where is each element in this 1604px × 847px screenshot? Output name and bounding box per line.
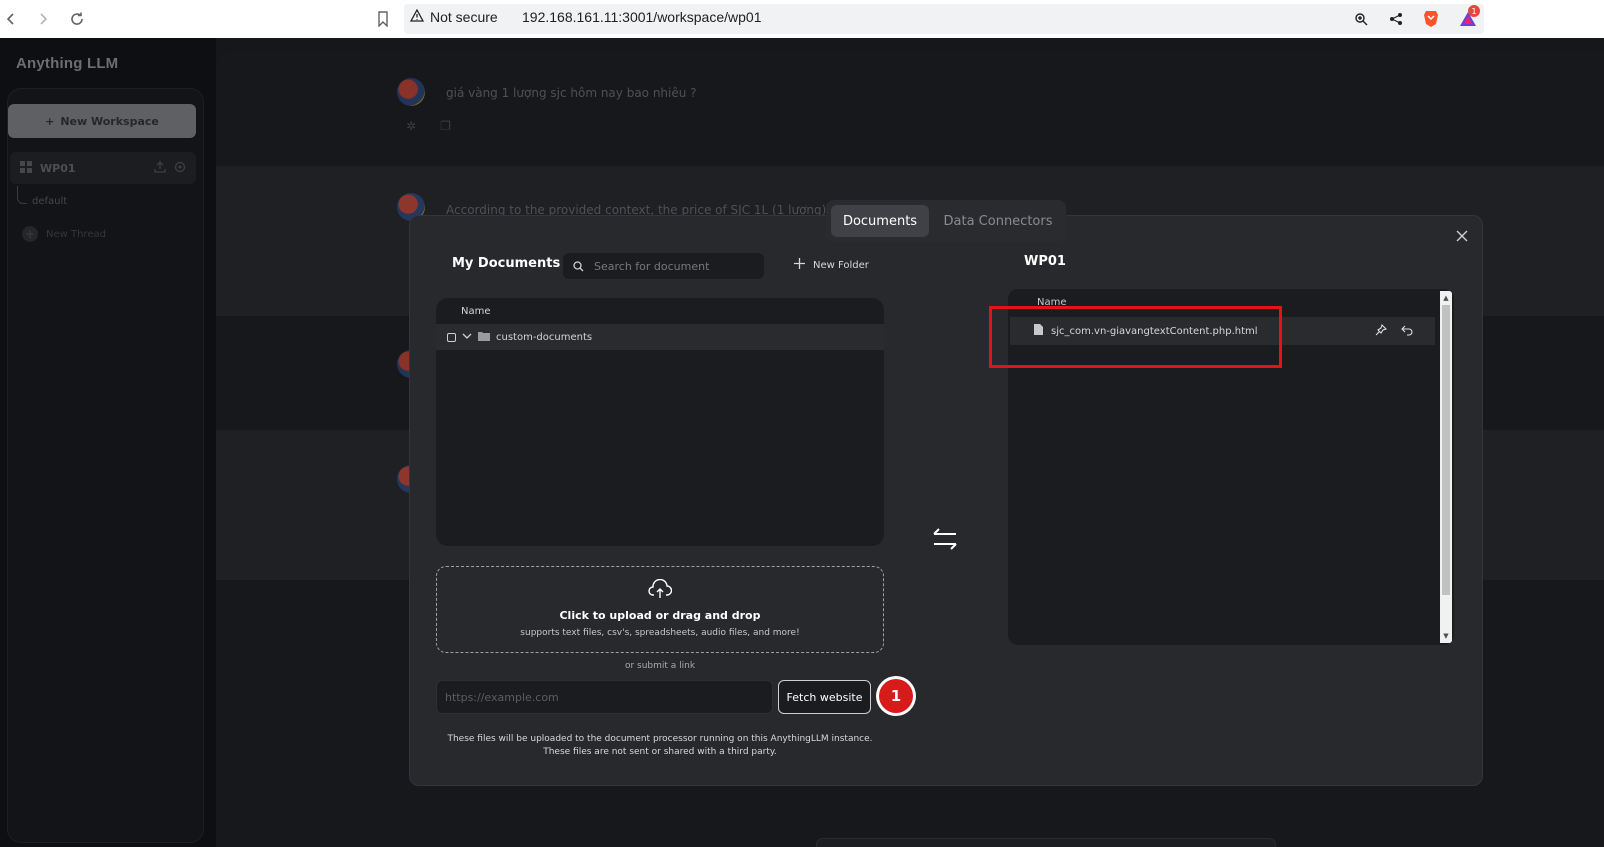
warning-icon xyxy=(409,8,425,25)
message-actions: ✲ ❐ xyxy=(406,119,451,133)
notification-badge: 1 xyxy=(1468,5,1480,17)
cloud-upload-icon xyxy=(648,578,673,603)
search-icon xyxy=(573,257,584,276)
upload-disclaimer: These files will be uploaded to the docu… xyxy=(436,733,884,759)
zoom-icon[interactable] xyxy=(1350,8,1372,30)
prompt-input-bar[interactable] xyxy=(816,838,1276,847)
fetch-website-button[interactable]: Fetch website xyxy=(778,680,871,714)
url-text[interactable]: 192.168.161.11:3001/workspace/wp01 xyxy=(522,9,761,25)
scrollbar[interactable]: ▲ ▼ xyxy=(1440,291,1452,643)
sidebar-item-wp01[interactable]: WP01 xyxy=(10,152,196,184)
url-input[interactable] xyxy=(436,680,773,714)
plus-icon: + xyxy=(22,226,38,242)
upload-dropzone[interactable]: Click to upload or drag and drop support… xyxy=(436,566,884,653)
chevron-down-icon[interactable] xyxy=(462,332,472,343)
close-icon[interactable] xyxy=(1452,226,1472,246)
scroll-up-arrow[interactable]: ▲ xyxy=(1442,293,1450,303)
column-header-name: Name xyxy=(461,305,491,317)
pin-icon[interactable] xyxy=(1375,323,1388,339)
annotation-marker: 1 xyxy=(876,676,916,716)
folder-name: custom-documents xyxy=(496,331,593,343)
upload-title: Click to upload or drag and drop xyxy=(559,609,761,622)
thread-connector xyxy=(17,186,27,204)
upload-icon[interactable] xyxy=(154,161,166,176)
new-folder-button[interactable]: New Folder xyxy=(794,258,869,272)
folder-checkbox[interactable] xyxy=(447,332,456,342)
scroll-thumb[interactable] xyxy=(1442,305,1450,595)
new-workspace-button[interactable]: + New Workspace xyxy=(8,104,196,138)
workspace-name: WP01 xyxy=(40,161,76,175)
gear-icon[interactable] xyxy=(174,161,186,176)
my-documents-list: Name custom-documents xyxy=(436,298,884,546)
browser-toolbar: Not secure 192.168.161.11:3001/workspace… xyxy=(0,0,1604,38)
my-documents-title: My Documents xyxy=(452,256,561,271)
copy-icon[interactable]: ❐ xyxy=(440,119,451,133)
tab-data-connectors[interactable]: Data Connectors xyxy=(935,205,1061,237)
workspace-docs-title: WP01 xyxy=(1024,254,1066,269)
security-label: Not secure xyxy=(430,9,498,25)
modal-tabs: Documents Data Connectors xyxy=(826,200,1066,242)
swap-arrows-icon xyxy=(930,524,960,554)
reload-icon[interactable] xyxy=(66,8,88,30)
new-thread-label: New Thread xyxy=(46,228,106,240)
disclaimer-line-2: These files are not sent or shared with … xyxy=(543,747,777,757)
upload-subtitle: supports text files, csv's, spreadsheets… xyxy=(520,628,800,638)
undo-icon[interactable] xyxy=(1401,324,1413,339)
tab-documents[interactable]: Documents xyxy=(831,205,929,237)
share-icon[interactable] xyxy=(1385,8,1407,30)
disclaimer-line-1: These files will be uploaded to the docu… xyxy=(447,734,873,744)
brave-icon[interactable] xyxy=(1420,8,1442,30)
bookmark-icon[interactable] xyxy=(372,8,394,30)
user-message-text: giá vàng 1 lượng sjc hôm nay bao nhiêu ? xyxy=(446,86,697,100)
folder-icon xyxy=(478,331,490,344)
thread-default[interactable]: default xyxy=(32,196,67,207)
app-logo: Anything LLM xyxy=(16,55,119,72)
document-search[interactable] xyxy=(563,253,764,279)
folder-row[interactable]: custom-documents xyxy=(436,324,884,350)
chat-message-user xyxy=(216,52,1604,166)
security-indicator[interactable]: Not secure xyxy=(409,8,498,25)
new-folder-label: New Folder xyxy=(813,259,869,271)
workspace-grid-icon xyxy=(20,160,32,176)
scroll-down-arrow[interactable]: ▼ xyxy=(1442,631,1450,641)
back-icon[interactable] xyxy=(0,8,22,30)
annotation-marker-number: 1 xyxy=(879,679,913,713)
plus-icon xyxy=(794,258,805,272)
forward-icon[interactable] xyxy=(32,8,54,30)
search-input[interactable] xyxy=(594,259,754,273)
annotation-highlight-box xyxy=(989,306,1282,368)
sun-icon[interactable]: ✲ xyxy=(406,119,416,133)
new-thread-button[interactable]: + New Thread xyxy=(22,226,106,242)
user-avatar xyxy=(397,78,425,106)
or-submit-link-label: or submit a link xyxy=(624,661,696,671)
new-workspace-label: New Workspace xyxy=(60,114,159,128)
plus-icon: + xyxy=(45,114,55,128)
